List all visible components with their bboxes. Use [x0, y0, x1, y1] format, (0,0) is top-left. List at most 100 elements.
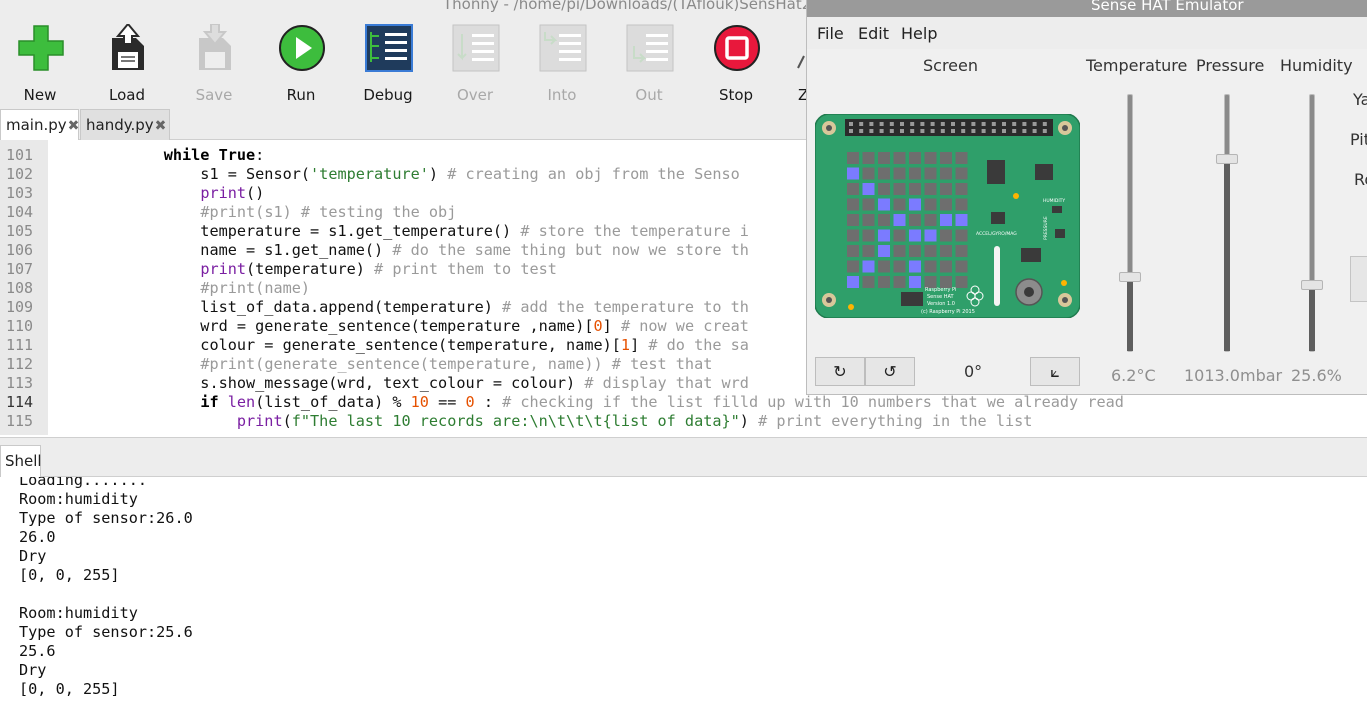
load-button[interactable]: Load: [92, 24, 162, 104]
zoom-icon: [797, 55, 805, 69]
tab-handy-py[interactable]: handy.py✖: [80, 109, 170, 140]
led-pixel: [924, 183, 937, 195]
new-button-label: New: [23, 86, 57, 104]
led-pixel: [862, 198, 875, 211]
step-into-button[interactable]: Into: [527, 24, 597, 104]
close-icon[interactable]: ✖: [155, 118, 167, 134]
step-out-button[interactable]: Out: [614, 24, 684, 104]
led-pixel: [878, 245, 890, 257]
led-pixel: [940, 198, 952, 211]
humidity-silk: HUMIDITY: [1043, 198, 1065, 204]
humidity-slider-thumb[interactable]: [1301, 280, 1323, 290]
led-pixel: [893, 152, 906, 164]
debug-button[interactable]: Debug: [353, 24, 423, 104]
menu-help[interactable]: Help: [901, 24, 937, 43]
flip-button[interactable]: ⟀: [1030, 357, 1080, 386]
orientation-side-button[interactable]: [1350, 256, 1367, 302]
line-number: 107: [6, 260, 34, 278]
shell-line: [0, 0, 255]: [19, 566, 120, 584]
emulator-title-bar[interactable]: Sense HAT Emulator: [807, 0, 1367, 17]
led-pixel: [940, 229, 952, 242]
led-pixel: [847, 229, 859, 242]
step-over-button[interactable]: Over: [440, 24, 510, 104]
led-pixel: [878, 260, 890, 273]
led-pixel: [955, 260, 968, 273]
step-over-icon: [452, 24, 500, 72]
temperature-slider-fill: [1127, 278, 1133, 351]
led-pixel: [878, 167, 890, 180]
new-button[interactable]: New: [5, 24, 75, 104]
led-pixel: [893, 167, 906, 180]
led-pixel: [847, 214, 859, 226]
chip: [991, 212, 1005, 224]
rotate-counterclockwise-button[interactable]: ↺: [865, 357, 915, 386]
pitch-label: Pit: [1350, 130, 1367, 149]
temperature-slider-thumb[interactable]: [1119, 272, 1141, 282]
led-pixel: [893, 198, 906, 211]
rotate-clockwise-button[interactable]: ↻: [815, 357, 865, 386]
line-number: 103: [6, 184, 34, 202]
screen-label: Screen: [923, 56, 979, 75]
pressure-slider-fill: [1224, 160, 1230, 351]
save-button[interactable]: Save: [179, 24, 249, 104]
pressure-slider-thumb[interactable]: [1216, 154, 1238, 164]
tab-shell[interactable]: Shell: [0, 445, 42, 477]
led-pixel: [909, 229, 921, 242]
line-number: 113: [6, 374, 34, 392]
led-pixel: [893, 214, 906, 226]
led-pixel: [924, 198, 937, 211]
shell-panel[interactable]: Loading....... Room:humidity Type of sen…: [0, 477, 1367, 701]
zoom-button[interactable]: Z: [772, 24, 806, 104]
pressure-slider[interactable]: [1216, 94, 1238, 352]
led-pixel: [955, 198, 968, 211]
led-pixel: [878, 276, 890, 288]
led-pixel: [862, 167, 875, 180]
led-pixel: [878, 152, 890, 164]
new-plus-icon: [18, 25, 64, 71]
tab-main-py[interactable]: main.py✖: [0, 109, 79, 140]
led-pixel: [924, 214, 937, 226]
debug-icon: [365, 24, 413, 72]
line-number-gutter: 101 102 103 104 105 106 107 108 109 110 …: [0, 140, 48, 435]
led-pixel: [893, 183, 906, 195]
led-pixel: [924, 260, 937, 273]
led-pixel: [893, 245, 906, 257]
led-pixel: [955, 167, 968, 180]
led-pixel: [924, 245, 937, 257]
led-pixel: [940, 260, 952, 273]
light-bar: [994, 246, 1000, 306]
save-button-label: Save: [195, 86, 233, 104]
line-number: 104: [6, 203, 34, 221]
led-pixel: [940, 214, 952, 226]
line-number: 102: [6, 165, 34, 183]
run-button[interactable]: Run: [266, 24, 336, 104]
temperature-slider[interactable]: [1119, 94, 1141, 352]
led-pixel: [909, 214, 921, 226]
tab-shell-label: Shell: [5, 452, 42, 470]
temperature-label: Temperature: [1086, 56, 1188, 75]
tab-main-py-label: main.py: [6, 116, 67, 134]
humidity-label: Humidity: [1280, 56, 1353, 75]
led-pixel: [847, 198, 859, 211]
board-name-3: Version 1.0: [927, 301, 955, 307]
close-icon[interactable]: ✖: [68, 118, 80, 134]
tab-handy-py-label: handy.py: [86, 116, 154, 134]
stop-button[interactable]: Stop: [701, 24, 771, 104]
humidity-slider[interactable]: [1301, 94, 1323, 352]
menu-edit[interactable]: Edit: [858, 24, 889, 43]
menu-file[interactable]: File: [817, 24, 844, 43]
led-pixel: [862, 214, 875, 226]
led-pixel: [862, 183, 875, 195]
current-line-number: 114: [6, 393, 34, 411]
led-pixel: [955, 152, 968, 164]
led-pixel: [909, 183, 921, 195]
shell-line: 26.0: [19, 528, 56, 546]
led-pixel: [847, 276, 859, 288]
roll-label: Ro: [1354, 170, 1367, 189]
zoom-button-label: Z: [798, 86, 806, 104]
sense-hat-board: HUMIDITY PRESSURE ACCEL/GYRO/MAG Raspber…: [815, 114, 1080, 318]
thonny-window-title: Thonny - /home/pi/Downloads/(TAflouk)Sen…: [443, 0, 810, 13]
led-pixel: [847, 245, 859, 257]
led-pixel: [847, 183, 859, 195]
board-copyright: (c) Raspberry Pi 2015: [921, 309, 975, 315]
